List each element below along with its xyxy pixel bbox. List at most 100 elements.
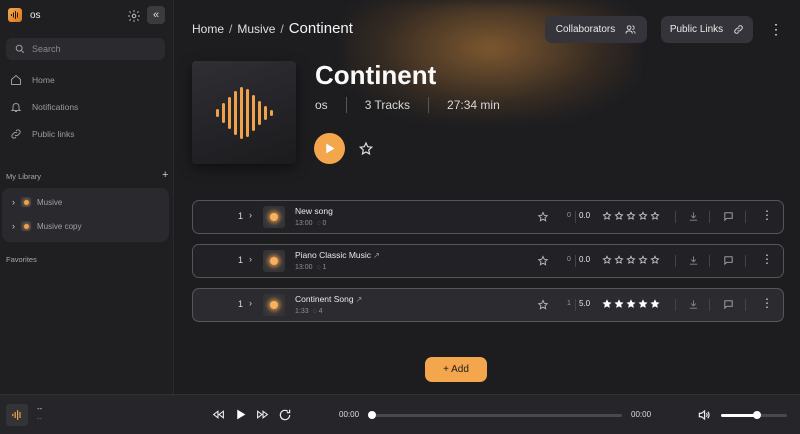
fast-forward-icon[interactable] — [255, 408, 270, 421]
star-add-icon[interactable] — [537, 211, 549, 223]
download-icon[interactable] — [688, 211, 699, 222]
divider — [575, 299, 576, 311]
link-icon — [11, 129, 21, 139]
star-outline-icon[interactable] — [626, 211, 636, 221]
external-link-icon[interactable]: ↗ — [356, 295, 363, 304]
star-outline-icon[interactable] — [602, 255, 612, 265]
track-row[interactable]: 1 › Piano Classic Music ↗ 13:00 ◌ 1 0 0.0… — [192, 244, 784, 278]
rating-stars[interactable] — [602, 299, 660, 309]
star-add-icon[interactable] — [537, 255, 549, 267]
volume-handle[interactable] — [753, 411, 761, 419]
chevron-right-icon[interactable]: › — [12, 221, 15, 231]
breadcrumb-musive[interactable]: Musive — [237, 22, 275, 36]
volume-icon[interactable] — [697, 408, 711, 422]
more-options-icon[interactable]: ⋮ — [761, 252, 773, 266]
now-playing-subtitle: -- — [37, 416, 42, 423]
breadcrumb-home[interactable]: Home — [192, 22, 224, 36]
comment-icon: ◌ — [316, 220, 321, 227]
chevron-right-icon[interactable]: › — [249, 254, 252, 264]
divider — [709, 255, 710, 267]
repeat-icon[interactable] — [278, 408, 292, 422]
track-info: 13:00 ◌ 1 — [295, 264, 326, 271]
chevron-right-icon[interactable]: › — [249, 298, 252, 308]
breadcrumb-separator: / — [280, 22, 284, 36]
comment-icon[interactable] — [723, 299, 734, 310]
comment-icon[interactable] — [723, 211, 734, 222]
public-links-label: Public Links — [669, 24, 724, 35]
library-item-musive[interactable]: › Musive — [12, 197, 62, 207]
star-outline-icon[interactable] — [626, 255, 636, 265]
star-outline-icon[interactable] — [650, 255, 660, 265]
track-info: 13:00 ◌ 0 — [295, 220, 326, 227]
play-icon[interactable] — [234, 408, 247, 421]
chevron-right-icon[interactable]: › — [12, 197, 15, 207]
star-add-icon[interactable] — [358, 141, 374, 157]
add-library-button[interactable]: + — [162, 169, 168, 181]
star-filled-icon[interactable] — [626, 299, 636, 309]
track-duration: 13:00 — [295, 220, 313, 227]
rating-stars[interactable] — [602, 255, 660, 265]
star-outline-icon[interactable] — [602, 211, 612, 221]
folder-icon — [21, 197, 31, 207]
star-filled-icon[interactable] — [614, 299, 624, 309]
nav-item-home[interactable]: Home — [10, 74, 55, 86]
track-title[interactable]: New song — [295, 206, 333, 216]
more-options-icon[interactable]: ⋮ — [761, 296, 773, 310]
star-outline-icon[interactable] — [650, 211, 660, 221]
track-thumbnail — [263, 206, 285, 228]
app: os « Home Notifications Public links My … — [0, 0, 800, 434]
track-title[interactable]: Continent Song ↗ — [295, 294, 362, 304]
comment-icon[interactable] — [723, 255, 734, 266]
collapse-sidebar-button[interactable]: « — [147, 6, 165, 24]
nav-item-public-links[interactable]: Public links — [10, 128, 75, 140]
star-add-icon[interactable] — [537, 299, 549, 311]
more-options-icon[interactable]: ⋮ — [761, 208, 773, 222]
public-links-button[interactable]: Public Links — [661, 16, 753, 43]
track-number: 1 — [238, 299, 244, 309]
rewind-icon[interactable] — [211, 408, 226, 421]
track-comments: 0 — [322, 220, 327, 227]
meta-divider — [345, 97, 347, 113]
track-row[interactable]: 1 › New song 13:00 ◌ 0 0 0.0 ⋮ — [192, 200, 784, 234]
more-options-icon[interactable]: ⋮ — [769, 19, 783, 39]
rating-stars[interactable] — [602, 211, 660, 221]
star-filled-icon[interactable] — [602, 299, 612, 309]
gear-icon[interactable] — [127, 9, 141, 23]
star-outline-icon[interactable] — [638, 255, 648, 265]
track-title[interactable]: Piano Classic Music ↗ — [295, 250, 380, 260]
rating-score: 0.0 — [579, 211, 591, 220]
progress-bar[interactable] — [370, 414, 622, 417]
chevron-right-icon[interactable]: › — [249, 210, 252, 220]
download-icon[interactable] — [688, 255, 699, 266]
collaborators-label: Collaborators — [555, 24, 616, 35]
rating-count: 1 — [567, 300, 571, 307]
main-content: Home / Musive / Continent Collaborators … — [175, 0, 800, 394]
play-album-button[interactable] — [314, 133, 345, 164]
star-outline-icon[interactable] — [614, 211, 624, 221]
library-item-musive-copy[interactable]: › Musive copy — [12, 221, 81, 231]
brand[interactable]: os — [8, 8, 41, 22]
album-track-count: 3 Tracks — [364, 98, 411, 112]
star-outline-icon[interactable] — [614, 255, 624, 265]
nav-item-notifications[interactable]: Notifications — [10, 101, 78, 113]
library-list: › Musive › Musive copy — [2, 188, 169, 242]
breadcrumb: Home / Musive / Continent — [192, 20, 353, 37]
search-input[interactable] — [32, 44, 152, 54]
external-link-icon[interactable]: ↗ — [373, 251, 380, 260]
track-duration: 13:00 — [295, 264, 313, 271]
add-button[interactable]: + Add — [425, 357, 487, 382]
album-title: Continent — [315, 60, 437, 90]
time-total: 00:00 — [631, 410, 652, 419]
player-bar: -- -- 00:00 00:00 — [0, 394, 800, 434]
download-icon[interactable] — [688, 299, 699, 310]
divider — [709, 211, 710, 223]
album-duration: 27:34 min — [447, 98, 500, 112]
star-filled-icon[interactable] — [638, 299, 648, 309]
collaborators-button[interactable]: Collaborators — [545, 16, 647, 43]
progress-handle[interactable] — [368, 411, 376, 419]
search-box[interactable] — [6, 38, 165, 60]
star-filled-icon[interactable] — [650, 299, 660, 309]
star-outline-icon[interactable] — [638, 211, 648, 221]
track-row[interactable]: 1 › Continent Song ↗ 1:33 ◌ 4 1 5.0 ⋮ — [192, 288, 784, 322]
comment-icon: ◌ — [312, 308, 317, 315]
